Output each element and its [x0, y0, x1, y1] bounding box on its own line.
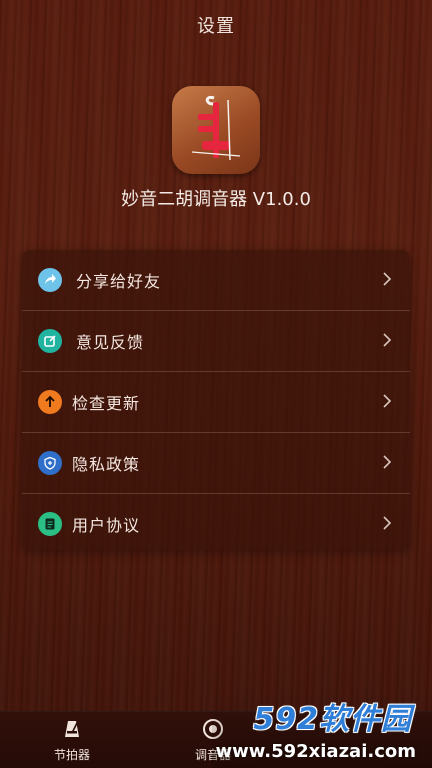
document-icon: [38, 512, 62, 536]
menu-item-label: 用户协议: [72, 516, 141, 535]
chevron-right-icon: [383, 455, 392, 469]
tab-metronome[interactable]: 节拍器: [32, 718, 112, 763]
page-title: 设置: [197, 16, 235, 37]
edit-feedback-icon: [38, 329, 62, 353]
menu-item-label: 隐私政策: [72, 455, 141, 474]
share-icon: [38, 268, 62, 292]
arrow-up-icon: [38, 390, 62, 414]
tab-label: 节拍器: [53, 748, 90, 762]
menu-item-label: 分享给好友: [76, 272, 162, 291]
shield-icon: [38, 451, 62, 475]
metronome-icon: [65, 721, 79, 737]
menu-item-feedback[interactable]: 意见反馈: [22, 311, 410, 372]
menu-item-share[interactable]: 分享给好友: [22, 250, 410, 311]
menu-item-privacy[interactable]: 隐私政策: [22, 433, 410, 494]
menu-item-user-agreement[interactable]: 用户协议: [22, 494, 410, 550]
watermark-url: www.592xiazai.com: [215, 741, 417, 762]
chevron-right-icon: [383, 333, 392, 347]
watermark-logo: 592软件园: [253, 702, 412, 737]
menu-item-label: 意见反馈: [76, 333, 145, 352]
chevron-right-icon: [383, 394, 392, 408]
menu-item-check-update[interactable]: 检查更新: [22, 372, 410, 433]
app-name: 妙音二胡调音器 V1.0.0: [121, 189, 311, 210]
menu-item-label: 检查更新: [72, 394, 141, 413]
settings-menu: 分享给好友 意见反馈 检查更新 隐私政策 用户协议: [22, 250, 410, 550]
chevron-right-icon: [383, 272, 392, 286]
erhu-app-icon: [172, 86, 260, 174]
chevron-right-icon: [383, 516, 392, 530]
watermark: 592软件园 www.592xiazai.com: [212, 690, 432, 768]
